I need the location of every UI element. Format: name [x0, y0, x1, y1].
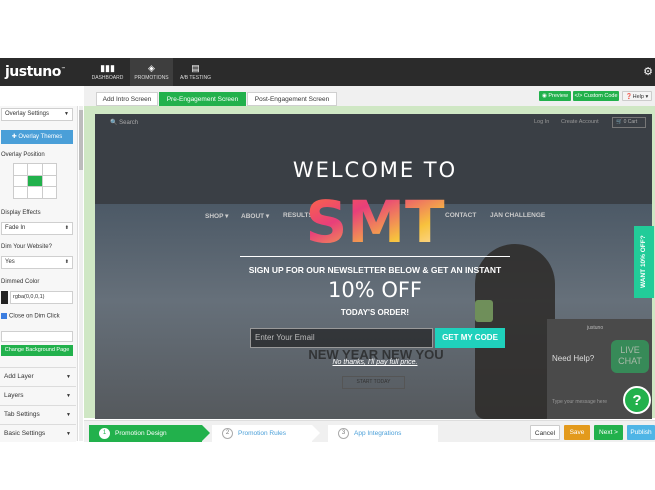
tab-settings-section[interactable]: Tab Settings ▼ [0, 405, 76, 423]
position-top-right[interactable] [42, 164, 56, 175]
site-nav-jan-challenge: JAN CHALLENGE [490, 212, 546, 219]
overlay-position-grid [13, 163, 57, 199]
layers-section[interactable]: Layers ▼ [0, 386, 76, 404]
bar-chart-icon: ▮▮▮ [100, 63, 115, 73]
publish-button[interactable]: Publish [627, 425, 655, 440]
want-discount-side-tab[interactable]: WANT 10% OFF? [634, 226, 654, 298]
preview-button[interactable]: ◉ Preview [539, 91, 571, 101]
website-preview: 🔍 Search Log In Create Account 🛒 0 Cart … [95, 114, 652, 419]
site-nav-shop: SHOP ▾ [205, 213, 229, 220]
chat-brand: justuno [587, 325, 604, 331]
help-dropdown[interactable]: ❓Help ▾ [622, 91, 652, 101]
step-app-integrations[interactable]: 3 App Integrations [328, 425, 438, 442]
overlay-position-label: Overlay Position [1, 152, 45, 158]
tab-pre-engagement-screen[interactable]: Pre-Engagement Screen [159, 92, 246, 106]
step-arrow [312, 425, 320, 441]
smt-brand-logo: SMT [305, 188, 444, 250]
basic-settings-section[interactable]: Basic Settings ▼ [0, 424, 76, 442]
chevron-down-icon: ▼ [64, 111, 69, 117]
position-top-center[interactable] [28, 164, 42, 175]
position-middle-left[interactable] [14, 175, 28, 187]
position-top-left[interactable] [14, 164, 28, 175]
tab-add-intro-screen[interactable]: Add Intro Screen [96, 92, 158, 106]
change-background-button[interactable]: Change Background Page [1, 345, 73, 356]
wizard-steps-bar: 1 Promotion Design 2 Promotion Rules 3 App … [84, 420, 655, 442]
checkbox-checked-icon [1, 313, 7, 319]
dim-website-select[interactable]: Yes ⬍ [1, 256, 73, 269]
live-chat-bubble-icon[interactable]: LIVE CHAT [611, 340, 649, 373]
site-login-link: Log In [534, 119, 550, 125]
top-navigation-bar: justuno™ ▮▮▮ DASHBOARD ◈ PROMOTIONS ▤ A/… [0, 58, 655, 86]
background-url-input[interactable] [1, 331, 73, 342]
custom-code-button[interactable]: </> Custom Code [573, 91, 619, 101]
hero-cup-image [475, 300, 493, 322]
dim-website-label: Dim Your Website? [1, 244, 52, 250]
dimmed-color-input[interactable]: rgba(0,0,0,1) [10, 291, 73, 304]
popup-today-text: TODAY'S ORDER! [340, 308, 410, 317]
justuno-logo[interactable]: justuno™ [5, 64, 66, 80]
step-promotion-design[interactable]: 1 Promotion Design [89, 425, 202, 442]
next-button[interactable]: Next > [594, 425, 623, 440]
nav-tab-ab-testing[interactable]: ▤ A/B TESTING [174, 58, 217, 86]
settings-sidebar: Overlay Settings ▼ ✚ Overlay Themes Overl… [0, 106, 78, 442]
site-create-account-link: Create Account [561, 119, 599, 125]
decline-link[interactable]: No thanks, I'll pay full price. [295, 359, 455, 366]
position-bottom-center[interactable] [28, 187, 42, 198]
site-nav-about: ABOUT ▾ [241, 213, 270, 220]
help-question-button[interactable]: ? [623, 386, 651, 414]
popup-welcome-heading: WELCOME TO [292, 158, 458, 182]
sidebar-scrollbar[interactable] [79, 106, 83, 441]
nav-tab-promotions[interactable]: ◈ PROMOTIONS [130, 58, 173, 86]
step-number: 1 [99, 428, 110, 439]
step-promotion-rules[interactable]: 2 Promotion Rules [212, 425, 312, 442]
site-search: 🔍 Search [110, 120, 139, 126]
step-arrow [202, 425, 210, 441]
email-input[interactable]: Enter Your Email [250, 328, 433, 348]
nav-tab-dashboard[interactable]: ▮▮▮ DASHBOARD [86, 58, 129, 86]
close-on-dim-checkbox[interactable]: Close on Dim Click [1, 313, 60, 320]
get-my-code-button[interactable]: GET MY CODE [435, 328, 505, 348]
chevron-down-icon: ▼ [66, 412, 71, 418]
tag-icon: ◈ [148, 63, 155, 73]
dimmed-color-label: Dimmed Color [1, 279, 40, 285]
chevron-updown-icon: ⬍ [64, 259, 69, 265]
editor-tabs-row: Add Intro Screen Pre-Engagement Screen P… [84, 86, 655, 106]
position-bottom-left[interactable] [14, 187, 28, 198]
step-number: 2 [222, 428, 233, 439]
step-number: 3 [338, 428, 349, 439]
scrollbar-thumb[interactable] [79, 110, 83, 170]
overlay-settings-dropdown[interactable]: Overlay Settings ▼ [1, 108, 73, 121]
chevron-down-icon: ▼ [66, 431, 71, 437]
chevron-updown-icon: ⬍ [64, 225, 69, 231]
position-middle-center[interactable] [28, 175, 42, 187]
dimmed-color-swatch[interactable] [1, 291, 8, 304]
position-middle-right[interactable] [42, 175, 56, 187]
site-cart: 🛒 0 Cart [612, 117, 646, 128]
display-effects-label: Display Effects [1, 210, 41, 216]
design-canvas: 🔍 Search Log In Create Account 🛒 0 Cart … [84, 106, 655, 419]
display-effects-select[interactable]: Fade In ⬍ [1, 222, 73, 235]
site-nav-contact: CONTACT [445, 212, 477, 219]
popup-divider [240, 256, 510, 257]
chevron-down-icon: ▼ [66, 393, 71, 399]
save-button[interactable]: Save [564, 425, 590, 440]
popup-signup-text: SIGN UP FOR OUR NEWSLETTER BELOW & GET A… [248, 265, 502, 275]
chevron-down-icon: ▼ [66, 374, 71, 380]
overlay-themes-button[interactable]: ✚ Overlay Themes [1, 130, 73, 144]
add-layer-section[interactable]: Add Layer ▼ [0, 367, 76, 385]
clipboard-icon: ▤ [191, 63, 200, 73]
chat-message-input[interactable]: Type your message here [552, 399, 607, 405]
popup-offer-text: 10% OFF [327, 278, 423, 302]
site-start-today-button: START TODAY [342, 376, 405, 389]
svg-text:SMT: SMT [305, 188, 444, 250]
position-bottom-right[interactable] [42, 187, 56, 198]
chat-need-help: Need Help? [552, 354, 595, 363]
tab-post-engagement-screen[interactable]: Post-Engagement Screen [247, 92, 337, 106]
gear-icon[interactable]: ⚙ [643, 65, 653, 78]
cancel-button[interactable]: Cancel [530, 425, 560, 440]
